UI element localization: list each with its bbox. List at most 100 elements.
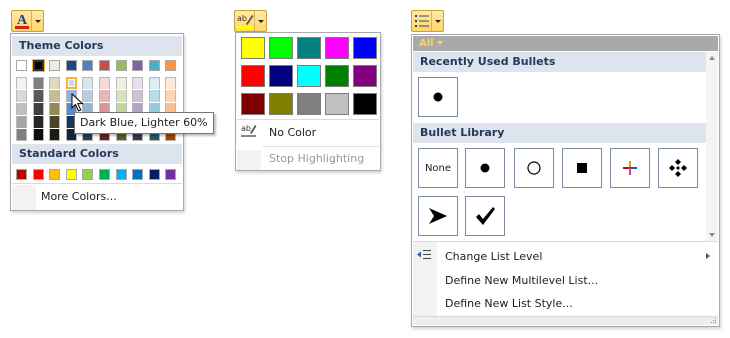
bullet-checkmark-tile[interactable] bbox=[465, 196, 505, 236]
theme-shade-swatch[interactable] bbox=[148, 77, 160, 89]
standard-color-swatch[interactable] bbox=[115, 169, 127, 180]
bullets-dropdown-arrow[interactable] bbox=[431, 11, 443, 31]
svg-text:ab: ab bbox=[237, 14, 247, 23]
highlight-gallery: ab No Color Stop Highlighting bbox=[235, 32, 381, 171]
highlight-color-swatch[interactable] bbox=[241, 37, 265, 59]
theme-shade-swatch[interactable] bbox=[132, 77, 144, 89]
filter-arrow-icon bbox=[437, 41, 444, 45]
bullets-split-button[interactable] bbox=[411, 10, 444, 32]
theme-shade-swatch[interactable] bbox=[99, 77, 110, 89]
square-bullet-icon bbox=[577, 163, 587, 173]
theme-shade-swatch[interactable] bbox=[32, 103, 44, 115]
theme-shade-swatch[interactable] bbox=[165, 90, 177, 102]
highlight-color-swatch[interactable] bbox=[269, 37, 293, 59]
standard-color-swatch[interactable] bbox=[132, 169, 144, 180]
theme-shade-swatch[interactable] bbox=[65, 77, 77, 89]
theme-shade-swatch[interactable] bbox=[148, 90, 160, 102]
highlight-color-swatch[interactable] bbox=[297, 37, 321, 59]
theme-color-swatch[interactable] bbox=[82, 60, 94, 71]
highlight-color-swatch[interactable] bbox=[325, 65, 349, 87]
theme-color-swatch[interactable] bbox=[49, 60, 61, 71]
define-list-style-item[interactable]: Define New List Style... bbox=[445, 297, 573, 310]
standard-color-swatch[interactable] bbox=[49, 169, 61, 180]
standard-color-swatch[interactable] bbox=[16, 169, 27, 180]
font-color-split-button[interactable]: A bbox=[11, 10, 44, 32]
theme-color-swatch[interactable] bbox=[165, 60, 177, 71]
change-list-level-item[interactable]: Change List Level bbox=[445, 250, 542, 263]
bullet-arrowhead-tile[interactable] bbox=[418, 196, 458, 236]
theme-shade-swatch[interactable] bbox=[49, 90, 61, 102]
recent-bullet-filled-circle[interactable] bbox=[418, 77, 458, 117]
theme-shade-swatch[interactable] bbox=[49, 103, 61, 115]
theme-shade-swatch[interactable] bbox=[32, 77, 44, 89]
highlight-color-swatch[interactable] bbox=[325, 37, 349, 59]
resize-bar[interactable] bbox=[413, 316, 718, 325]
highlight-dropdown-arrow[interactable] bbox=[254, 11, 266, 31]
standard-color-swatch[interactable] bbox=[32, 169, 44, 180]
bullet-none-tile[interactable]: None bbox=[418, 148, 458, 188]
bullet-star-tile[interactable] bbox=[610, 148, 650, 188]
standard-color-swatch[interactable] bbox=[99, 169, 110, 180]
stop-highlighting-item[interactable]: Stop Highlighting bbox=[269, 152, 364, 165]
highlight-color-swatch[interactable] bbox=[353, 37, 377, 59]
highlight-color-swatch[interactable] bbox=[241, 93, 265, 115]
highlight-color-swatch[interactable] bbox=[269, 93, 293, 115]
theme-shade-swatch[interactable] bbox=[16, 129, 27, 141]
highlight-color-swatch[interactable] bbox=[353, 93, 377, 115]
theme-shade-swatch[interactable] bbox=[16, 90, 27, 102]
bullets-icon[interactable] bbox=[412, 11, 431, 31]
text-highlight-icon[interactable]: ab bbox=[235, 11, 254, 31]
font-color-icon[interactable]: A bbox=[12, 11, 31, 31]
more-colors-item[interactable]: More Colors... bbox=[41, 190, 117, 203]
theme-color-swatch[interactable] bbox=[132, 60, 144, 71]
bullet-hollow-circle-tile[interactable] bbox=[514, 148, 554, 188]
standard-color-swatch[interactable] bbox=[65, 169, 77, 180]
theme-color-swatch[interactable] bbox=[99, 60, 110, 71]
theme-shade-swatch[interactable] bbox=[16, 77, 27, 89]
highlight-color-swatch[interactable] bbox=[297, 65, 321, 87]
highlight-color-swatch[interactable] bbox=[297, 93, 321, 115]
scroll-up-icon[interactable] bbox=[709, 56, 715, 60]
scroll-down-icon[interactable] bbox=[709, 233, 715, 237]
bullet-filled-circle-tile[interactable] bbox=[465, 148, 505, 188]
theme-shade-swatch[interactable] bbox=[32, 116, 44, 128]
highlight-color-swatch[interactable] bbox=[269, 65, 293, 87]
four-color-star-bullet-icon bbox=[623, 161, 637, 175]
highlight-color-swatch[interactable] bbox=[325, 93, 349, 115]
define-multilevel-item[interactable]: Define New Multilevel List... bbox=[445, 274, 598, 287]
highlight-color-swatch[interactable] bbox=[353, 65, 377, 87]
theme-color-swatch[interactable] bbox=[115, 60, 127, 71]
color-tooltip: Dark Blue, Lighter 60% bbox=[74, 112, 214, 134]
theme-shade-swatch[interactable] bbox=[115, 77, 127, 89]
gallery-scrollbar[interactable] bbox=[706, 52, 718, 241]
theme-color-swatch[interactable] bbox=[65, 60, 77, 71]
bullet-diamond-tile[interactable] bbox=[658, 148, 698, 188]
theme-shade-swatch[interactable] bbox=[115, 90, 127, 102]
standard-colors-header: Standard Colors bbox=[12, 144, 182, 164]
theme-shade-swatch[interactable] bbox=[49, 129, 61, 141]
theme-color-swatch[interactable] bbox=[32, 60, 44, 71]
theme-shade-swatch[interactable] bbox=[32, 90, 44, 102]
theme-color-swatch[interactable] bbox=[16, 60, 27, 71]
theme-shade-swatch[interactable] bbox=[132, 90, 144, 102]
theme-shade-swatch[interactable] bbox=[99, 90, 110, 102]
theme-shade-swatch[interactable] bbox=[32, 129, 44, 141]
theme-shade-swatch[interactable] bbox=[82, 77, 94, 89]
filter-dropdown[interactable]: All bbox=[419, 36, 444, 51]
no-color-item[interactable]: No Color bbox=[269, 126, 316, 139]
standard-color-swatch[interactable] bbox=[165, 169, 177, 180]
theme-shade-swatch[interactable] bbox=[16, 116, 27, 128]
resize-grip-icon[interactable] bbox=[710, 317, 717, 324]
svg-text:A: A bbox=[17, 13, 28, 28]
theme-shade-swatch[interactable] bbox=[16, 103, 27, 115]
theme-shade-swatch[interactable] bbox=[49, 116, 61, 128]
bullet-square-tile[interactable] bbox=[562, 148, 602, 188]
theme-color-swatch[interactable] bbox=[148, 60, 160, 71]
font-color-dropdown-arrow[interactable] bbox=[31, 11, 43, 31]
standard-color-swatch[interactable] bbox=[148, 169, 160, 180]
highlight-color-swatch[interactable] bbox=[241, 65, 265, 87]
highlight-split-button[interactable]: ab bbox=[234, 10, 267, 32]
standard-color-swatch[interactable] bbox=[82, 169, 94, 180]
theme-shade-swatch[interactable] bbox=[165, 77, 177, 89]
theme-shade-swatch[interactable] bbox=[49, 77, 61, 89]
